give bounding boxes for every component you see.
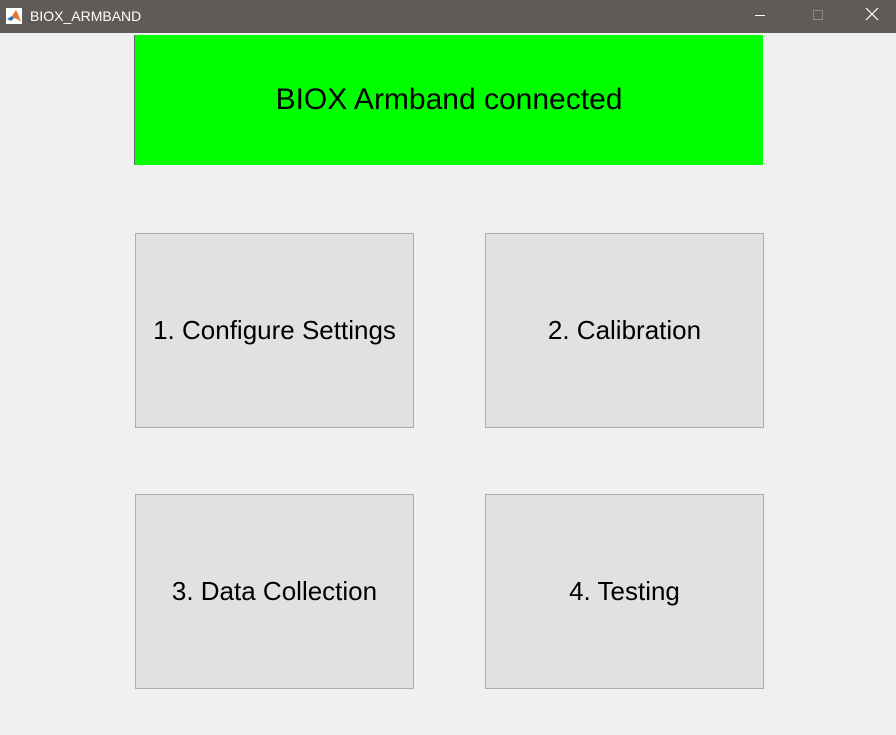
minimize-icon xyxy=(754,8,766,26)
configure-settings-button[interactable]: 1. Configure Settings xyxy=(135,233,414,428)
maximize-button[interactable] xyxy=(789,0,847,33)
testing-button[interactable]: 4. Testing xyxy=(485,494,764,689)
window-title: BIOX_ARMBAND xyxy=(30,8,142,24)
title-bar[interactable]: BIOX_ARMBAND xyxy=(0,0,896,33)
app-window: BIOX_ARMBAND BIOX Armband connected 1. C… xyxy=(0,0,896,735)
minimize-button[interactable] xyxy=(731,0,789,33)
close-icon xyxy=(865,7,879,26)
connection-status-banner: BIOX Armband connected xyxy=(134,35,763,165)
close-button[interactable] xyxy=(848,0,896,33)
maximize-icon xyxy=(812,8,824,26)
matlab-icon xyxy=(6,8,22,24)
calibration-button[interactable]: 2. Calibration xyxy=(485,233,764,428)
data-collection-button[interactable]: 3. Data Collection xyxy=(135,494,414,689)
